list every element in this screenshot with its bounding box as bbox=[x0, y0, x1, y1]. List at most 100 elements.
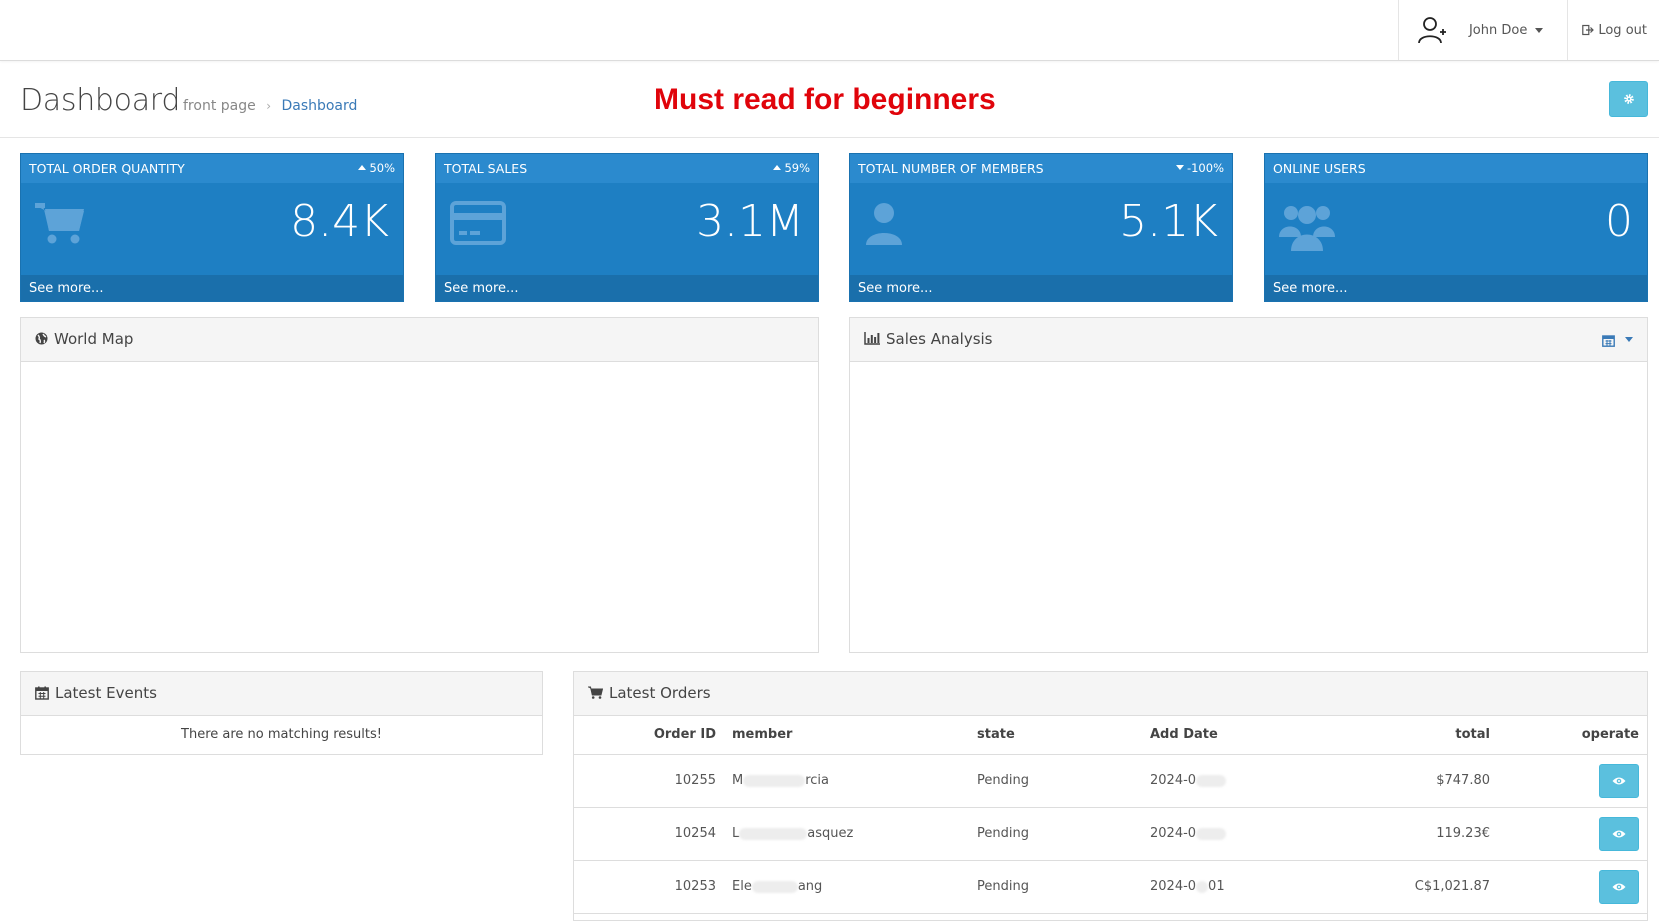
see-more-link[interactable]: See more... bbox=[436, 275, 818, 301]
eye-icon bbox=[1612, 777, 1626, 784]
user-menu[interactable]: John Doe bbox=[1397, 0, 1567, 60]
logout-button[interactable]: Log out bbox=[1567, 0, 1659, 60]
tile-label: ONLINE USERS bbox=[1273, 161, 1366, 176]
gear-icon bbox=[1623, 94, 1634, 104]
table-row: 10254 Lasquez Pending 2024-0 119.23€ bbox=[574, 807, 1647, 861]
tile-value: 0 bbox=[1605, 196, 1633, 247]
order-id: 10254 bbox=[574, 807, 724, 861]
eye-icon bbox=[1612, 830, 1626, 837]
order-date-visible: 2024-0 bbox=[1150, 826, 1197, 841]
order-date-end: 01 bbox=[1208, 879, 1225, 894]
logout-label: Log out bbox=[1598, 22, 1647, 38]
member-name-start: M bbox=[732, 773, 744, 788]
order-member: Lasquez bbox=[724, 807, 969, 861]
table-header-row: Order ID member state Add Date total ope… bbox=[574, 716, 1647, 755]
table-row: 10255 Mrcia Pending 2024-0 $747.80 bbox=[574, 754, 1647, 808]
shopping-cart-icon bbox=[588, 686, 603, 699]
see-more-link[interactable]: See more... bbox=[1265, 275, 1647, 301]
order-operate bbox=[1498, 754, 1647, 808]
tile-label: TOTAL ORDER QUANTITY bbox=[29, 161, 185, 176]
view-order-button[interactable] bbox=[1599, 763, 1639, 798]
view-order-button[interactable] bbox=[1599, 869, 1639, 904]
date-range-dropdown[interactable] bbox=[1602, 332, 1633, 347]
order-operate bbox=[1498, 807, 1647, 861]
eye-icon bbox=[1612, 883, 1626, 890]
user-icon bbox=[866, 203, 902, 245]
order-date: 2024-0 bbox=[1142, 754, 1315, 808]
user-name: John Doe bbox=[1468, 22, 1528, 38]
member-name-end: rcia bbox=[805, 773, 830, 788]
tile-change: 59% bbox=[773, 161, 810, 183]
order-total: C$1,021.87 bbox=[1315, 860, 1498, 914]
bar-chart-icon bbox=[864, 332, 880, 345]
panel-title: Latest Orders bbox=[609, 684, 711, 702]
panel-title: Sales Analysis bbox=[886, 330, 993, 348]
tile-online-users: ONLINE USERS 0 See more... bbox=[1264, 153, 1648, 302]
chevron-down-icon bbox=[1535, 27, 1544, 33]
order-id: 10253 bbox=[574, 860, 724, 914]
latest-orders-panel: Latest Orders Order ID member state Add … bbox=[573, 671, 1648, 921]
empty-message: There are no matching results! bbox=[181, 727, 382, 742]
page-header: Dashboard front page › Dashboard Must re… bbox=[0, 61, 1659, 138]
column-header-member[interactable]: member bbox=[724, 716, 969, 755]
breadcrumb: front page › Dashboard bbox=[183, 98, 357, 114]
see-more-link[interactable]: See more... bbox=[850, 275, 1232, 301]
chevron-down-icon bbox=[1625, 337, 1633, 342]
redacted-text bbox=[743, 774, 806, 787]
tile-total-order-quantity: TOTAL ORDER QUANTITY 50% 8.4K See more..… bbox=[20, 153, 404, 302]
order-date: 2024-0 01 bbox=[1142, 860, 1315, 914]
member-name-start: Ele bbox=[732, 879, 752, 894]
users-icon bbox=[1279, 206, 1335, 251]
sales-analysis-panel: Sales Analysis bbox=[849, 317, 1648, 653]
column-header-add-date[interactable]: Add Date bbox=[1142, 716, 1315, 755]
column-header-order-id[interactable]: Order ID bbox=[574, 716, 724, 755]
order-date-visible: 2024-0 bbox=[1150, 879, 1197, 894]
breadcrumb-current[interactable]: Dashboard bbox=[281, 98, 357, 114]
latest-events-panel: Latest Events There are no matching resu… bbox=[20, 671, 543, 755]
arrow-up-icon bbox=[358, 165, 367, 170]
tile-total-members: TOTAL NUMBER OF MEMBERS -100% 5.1K See m… bbox=[849, 153, 1233, 302]
column-header-state[interactable]: state bbox=[969, 716, 1142, 755]
see-more-link[interactable]: See more... bbox=[21, 275, 403, 301]
order-date: 2024-0 bbox=[1142, 807, 1315, 861]
member-name-start: L bbox=[732, 826, 740, 841]
page-title: Dashboard bbox=[20, 83, 181, 118]
table-row: 10253 Ele ang Pending 2024-0 01 C$1,021.87 bbox=[574, 860, 1647, 914]
arrow-up-icon bbox=[773, 165, 782, 170]
sign-out-icon bbox=[1582, 24, 1595, 36]
navbar-right: John Doe Log out bbox=[1397, 0, 1659, 60]
world-map-panel: World Map bbox=[20, 317, 819, 653]
order-state: Pending bbox=[969, 754, 1142, 808]
arrow-down-icon bbox=[1175, 165, 1184, 170]
tile-value: 8.4K bbox=[290, 196, 389, 247]
order-total: $747.80 bbox=[1315, 754, 1498, 808]
tile-change-value: 50% bbox=[369, 161, 395, 175]
redacted-text bbox=[751, 880, 798, 893]
orders-table: Order ID member state Add Date total ope… bbox=[574, 716, 1647, 914]
panel-title: World Map bbox=[54, 330, 134, 348]
breadcrumb-home[interactable]: front page bbox=[183, 98, 256, 114]
order-total: 119.23€ bbox=[1315, 807, 1498, 861]
column-header-total[interactable]: total bbox=[1315, 716, 1498, 755]
shopping-cart-icon bbox=[35, 203, 84, 244]
redacted-text bbox=[1196, 880, 1209, 893]
tile-total-sales: TOTAL SALES 59% 3.1M See more... bbox=[435, 153, 819, 302]
order-id: 10255 bbox=[574, 754, 724, 808]
top-navbar: John Doe Log out bbox=[0, 0, 1659, 61]
tile-value: 3.1M bbox=[696, 196, 804, 247]
redacted-text bbox=[1196, 827, 1227, 840]
order-date-visible: 2024-0 bbox=[1150, 773, 1197, 788]
tile-change: 50% bbox=[358, 161, 395, 183]
view-order-button[interactable] bbox=[1599, 816, 1639, 851]
calendar-icon bbox=[35, 686, 49, 700]
settings-button[interactable] bbox=[1609, 81, 1648, 117]
tile-label: TOTAL NUMBER OF MEMBERS bbox=[858, 161, 1044, 176]
add-user-icon bbox=[1418, 17, 1446, 44]
promo-link[interactable]: Must read for beginners bbox=[654, 83, 996, 117]
credit-card-icon bbox=[450, 201, 506, 245]
tile-change-value: -100% bbox=[1186, 161, 1224, 175]
calendar-icon bbox=[1602, 335, 1615, 347]
member-name-end: ang bbox=[797, 879, 823, 894]
tile-change: -100% bbox=[1175, 161, 1224, 183]
order-state: Pending bbox=[969, 807, 1142, 861]
